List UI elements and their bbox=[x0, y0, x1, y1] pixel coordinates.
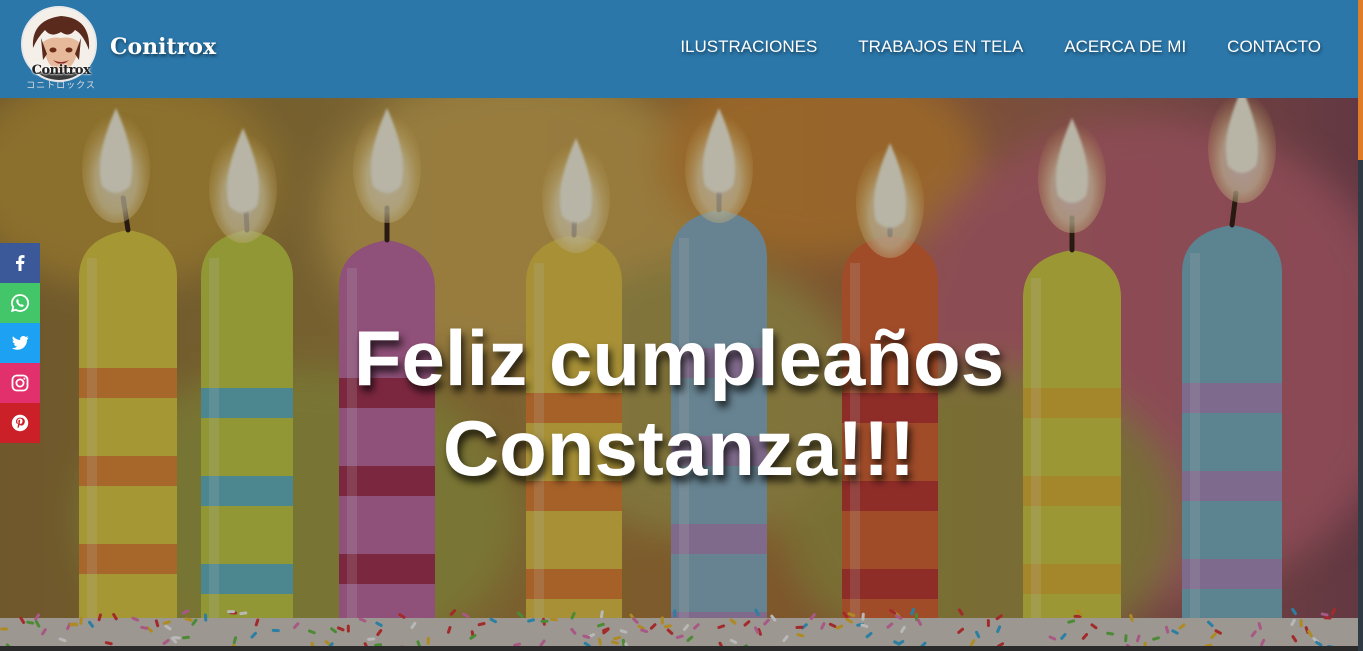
nav-item-contacto[interactable]: CONTACTO bbox=[1227, 37, 1321, 57]
social-share-bar bbox=[0, 243, 40, 443]
logo-text: Conitrox bbox=[31, 63, 91, 78]
instagram-share-button[interactable] bbox=[0, 363, 40, 403]
facebook-share-button[interactable] bbox=[0, 243, 40, 283]
main-nav: ILUSTRACIONES TRABAJOS EN TELA ACERCA DE… bbox=[680, 37, 1321, 57]
site-header: Conitrox コニトロックス Conitrox ILUSTRACIONES … bbox=[0, 0, 1358, 98]
whatsapp-icon bbox=[10, 294, 29, 313]
instagram-icon bbox=[11, 374, 29, 392]
page-scrollbar-thumb[interactable] bbox=[1358, 0, 1363, 160]
whatsapp-share-button[interactable] bbox=[0, 283, 40, 323]
nav-item-trabajos-en-tela[interactable]: TRABAJOS EN TELA bbox=[858, 37, 1023, 57]
nav-item-acerca-de-mi[interactable]: ACERCA DE MI bbox=[1064, 37, 1186, 57]
hero-title-line-1: Feliz cumpleaños bbox=[353, 314, 1005, 402]
hero-title: Feliz cumpleaños Constanza!!! bbox=[0, 313, 1358, 493]
twitter-icon bbox=[11, 335, 29, 350]
site-name[interactable]: Conitrox bbox=[110, 34, 216, 60]
facebook-icon bbox=[16, 255, 25, 271]
nav-item-ilustraciones[interactable]: ILUSTRACIONES bbox=[680, 37, 817, 57]
page-bottom-edge bbox=[0, 646, 1358, 651]
site-logo[interactable]: Conitrox コニトロックス bbox=[20, 6, 100, 90]
pinterest-share-button[interactable] bbox=[0, 403, 40, 443]
logo-subtext: コニトロックス bbox=[26, 80, 96, 90]
twitter-share-button[interactable] bbox=[0, 323, 40, 363]
pinterest-icon bbox=[11, 414, 29, 432]
hero-title-line-2: Constanza!!! bbox=[442, 404, 916, 492]
hero-banner: Feliz cumpleaños Constanza!!! bbox=[0, 98, 1358, 646]
